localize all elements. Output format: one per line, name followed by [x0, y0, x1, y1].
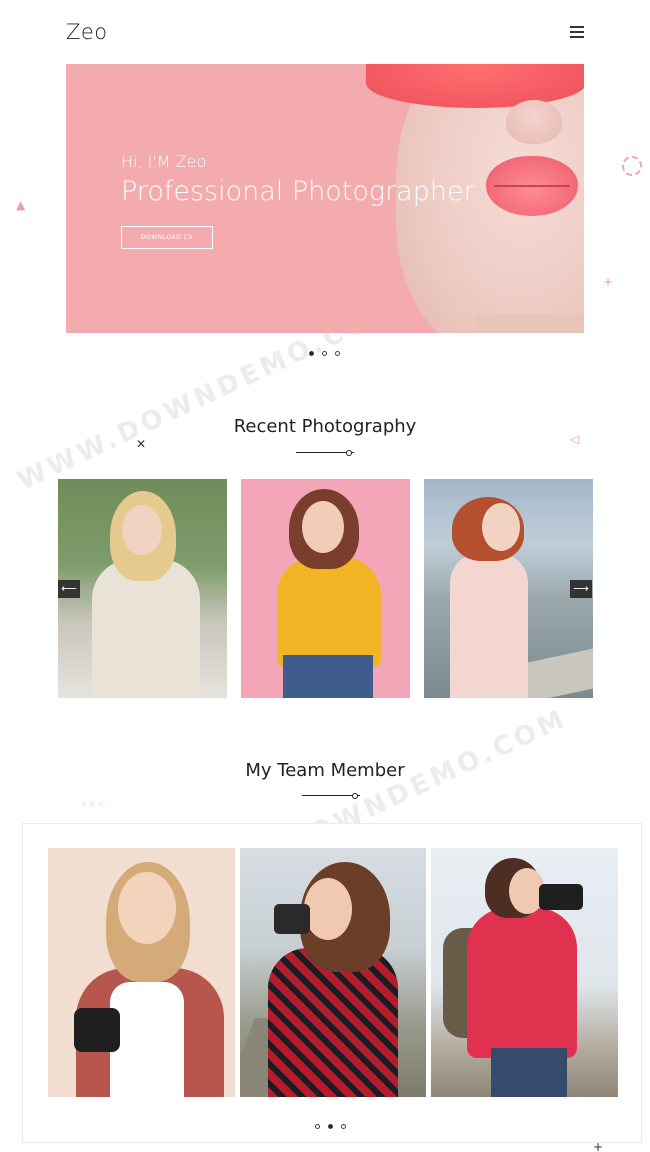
slider-dot[interactable] — [322, 351, 327, 356]
team-member-camera — [539, 884, 583, 910]
photo-model-shirt — [277, 557, 381, 667]
decor-cross-icon: ✕ — [136, 437, 147, 451]
hero-slider-dots — [309, 351, 340, 356]
photo-card[interactable] — [241, 479, 410, 698]
carousel-prev-arrow-icon[interactable]: ⟵ — [58, 580, 80, 598]
team-member-face — [304, 878, 352, 940]
photo-model-face — [302, 501, 344, 553]
download-cv-button[interactable]: DOWNLOAD CV — [121, 226, 213, 249]
team-member-camera — [274, 904, 310, 934]
hero-portrait-neck — [476, 314, 584, 333]
photo-card[interactable] — [424, 479, 593, 698]
slider-dot[interactable] — [328, 1124, 333, 1129]
section-divider — [296, 450, 354, 456]
team-member-shirt — [110, 982, 184, 1097]
section-title-team: My Team Member — [245, 760, 405, 781]
site-logo[interactable]: Zeo — [66, 20, 108, 44]
team-member-jeans — [491, 1048, 567, 1097]
team-member-face — [118, 872, 176, 944]
hero-portrait-nose — [506, 100, 562, 144]
photo-card[interactable] — [58, 479, 227, 698]
slider-dot[interactable] — [315, 1124, 320, 1129]
decor-plus-icon: + — [603, 275, 614, 289]
team-member-jacket — [467, 908, 577, 1058]
team-member-camera — [74, 1008, 120, 1052]
hamburger-menu-icon[interactable] — [570, 26, 584, 38]
decor-dots-icon: ⁘⁘⁘ — [80, 800, 106, 810]
hero-banner: Hi, I'M Zeo Professional Photographer DO… — [66, 64, 584, 333]
team-slider-dots — [315, 1124, 346, 1129]
team-member-card[interactable] — [240, 848, 426, 1097]
section-title-recent: Recent Photography — [233, 416, 417, 437]
hero-title: Professional Photographer — [121, 176, 475, 207]
hero-portrait-lips — [486, 156, 578, 216]
decor-circle-icon — [622, 156, 642, 176]
photo-model-face — [482, 503, 520, 551]
slider-dot[interactable] — [309, 351, 314, 356]
photo-model-face — [122, 505, 162, 555]
hero-subtitle: Hi, I'M Zeo — [121, 152, 207, 171]
section-divider — [302, 793, 360, 799]
slider-dot[interactable] — [341, 1124, 346, 1129]
slider-dot[interactable] — [335, 351, 340, 356]
carousel-next-arrow-icon[interactable]: ⟶ — [570, 580, 592, 598]
photo-model-jeans — [283, 655, 373, 698]
team-member-card[interactable] — [48, 848, 235, 1097]
team-member-card[interactable] — [431, 848, 618, 1097]
decor-triangle-icon: ▲ — [16, 198, 26, 212]
photo-model-dress — [450, 553, 528, 698]
